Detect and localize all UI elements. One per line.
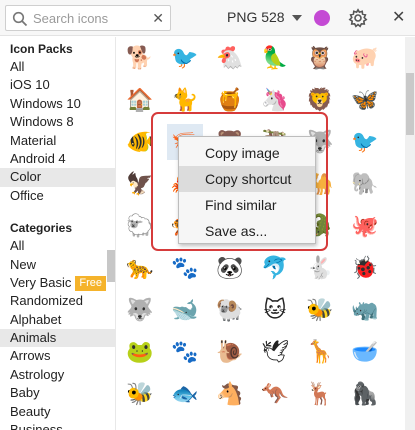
sidebar-item-material[interactable]: Material xyxy=(0,132,115,150)
sidebar-item-very-basic[interactable]: Very Basic Free xyxy=(0,274,115,292)
context-menu: Copy image Copy shortcut Find similar Sa… xyxy=(178,136,316,244)
cat-head-icon[interactable]: 🐱 xyxy=(257,292,293,328)
leopard-icon[interactable]: 🐆 xyxy=(122,250,158,286)
chevron-down-icon xyxy=(291,15,302,22)
grid-scrollbar[interactable] xyxy=(405,37,415,430)
dolphin-icon[interactable]: 🐬 xyxy=(257,250,293,286)
octopus-icon[interactable]: 🐙 xyxy=(347,208,383,244)
chicken-icon[interactable]: 🐔 xyxy=(212,40,248,76)
sidebar-item-windows10[interactable]: Windows 10 xyxy=(0,95,115,113)
sidebar-item-alphabet[interactable]: Alphabet xyxy=(0,311,115,329)
sidebar-item-office[interactable]: Office xyxy=(0,187,115,205)
sidebar-item-randomized[interactable]: Randomized xyxy=(0,292,115,310)
lion-icon[interactable]: 🦁 xyxy=(302,82,338,118)
sidebar-item-beauty[interactable]: Beauty xyxy=(0,403,115,421)
free-badge: Free xyxy=(75,275,107,291)
ladybug-icon[interactable]: 🐞 xyxy=(347,250,383,286)
categories-heading: Categories xyxy=(10,221,73,236)
toolbar: ✕ PNG 528 ✕ xyxy=(0,0,415,36)
rhino-icon[interactable]: 🦏 xyxy=(347,292,383,328)
parrot-icon[interactable]: 🦜 xyxy=(257,40,293,76)
sidebar-item-new[interactable]: New xyxy=(0,256,115,274)
sidebar-scrollbar[interactable] xyxy=(107,250,115,282)
format-label: PNG 528 xyxy=(227,9,285,25)
doghouse-icon[interactable]: 🏠 xyxy=(122,82,158,118)
sidebar-item-color[interactable]: Color xyxy=(0,168,115,187)
format-dropdown[interactable]: PNG 528 xyxy=(227,9,302,25)
owl-icon[interactable]: 🦉 xyxy=(302,40,338,76)
color-picker-swatch[interactable] xyxy=(314,10,330,26)
eagle-icon[interactable]: 🦅 xyxy=(122,166,158,202)
search-icon xyxy=(12,11,28,27)
icon-packs-heading: Icon Packs xyxy=(10,42,73,56)
unicorn-icon[interactable]: 🦄 xyxy=(257,82,293,118)
sidebar-item-business[interactable]: Business xyxy=(0,421,115,430)
sidebar-item-android4[interactable]: Android 4 xyxy=(0,150,115,168)
fish-icon[interactable]: 🐠 xyxy=(122,124,158,160)
sidebar-item-ios10[interactable]: iOS 10 xyxy=(0,76,115,94)
elephant-icon[interactable]: 🐘 xyxy=(347,166,383,202)
beehive-icon[interactable]: 🍯 xyxy=(212,82,248,118)
wasp-icon[interactable]: 🐝 xyxy=(122,376,158,412)
whale-icon[interactable]: 🐋 xyxy=(167,292,203,328)
app-window: ✕ PNG 528 ✕ Icon Packs All iOS 10 Window… xyxy=(0,0,415,430)
deer-icon[interactable]: 🦌 xyxy=(302,376,338,412)
paw-print-icon[interactable]: 🐾 xyxy=(167,250,203,286)
frog-sitting-icon[interactable]: 🐸 xyxy=(122,334,158,370)
search-input[interactable] xyxy=(33,9,148,27)
find-similar-menu-item[interactable]: Find similar xyxy=(179,192,315,218)
paw-icon[interactable]: 🐾 xyxy=(167,334,203,370)
kangaroo-jump-icon[interactable]: 🦘 xyxy=(257,376,293,412)
sidebar-item-pack-all[interactable]: All xyxy=(0,58,115,76)
sheep-head-icon[interactable]: 🐏 xyxy=(212,292,248,328)
gear-icon[interactable] xyxy=(348,8,368,28)
gorilla-icon[interactable]: 🦍 xyxy=(347,376,383,412)
sidebar-item-animals[interactable]: Animals xyxy=(0,329,115,348)
copy-shortcut-menu-item[interactable]: Copy shortcut xyxy=(179,166,315,192)
cat-icon[interactable]: 🐈 xyxy=(167,82,203,118)
giraffe-icon[interactable]: 🦒 xyxy=(302,334,338,370)
copy-image-menu-item[interactable]: Copy image xyxy=(179,140,315,166)
rabbit-icon[interactable]: 🐇 xyxy=(302,250,338,286)
close-icon[interactable]: ✕ xyxy=(392,7,405,27)
snail-icon[interactable]: 🐌 xyxy=(212,334,248,370)
sidebar-item-cat-all[interactable]: All xyxy=(0,237,115,255)
sheep-icon[interactable]: 🐑 xyxy=(122,208,158,244)
wolf-head-icon[interactable]: 🐺 xyxy=(122,292,158,328)
pet-bowl-icon[interactable]: 🥣 xyxy=(347,334,383,370)
save-as-menu-item[interactable]: Save as... xyxy=(179,218,315,244)
sidebar-item-label: Very Basic xyxy=(10,274,72,290)
grid-scrollbar-thumb[interactable] xyxy=(406,73,414,135)
clear-search-icon[interactable]: ✕ xyxy=(152,10,164,27)
search-box[interactable]: ✕ xyxy=(5,5,171,31)
fishbowl-icon[interactable]: 🐟 xyxy=(167,376,203,412)
sidebar-item-baby[interactable]: Baby xyxy=(0,384,115,402)
panda-icon[interactable]: 🐼 xyxy=(212,250,248,286)
bird-flying-icon[interactable]: 🕊 xyxy=(257,334,293,370)
bee-icon[interactable]: 🐝 xyxy=(302,292,338,328)
butterfly-icon[interactable]: 🦋 xyxy=(347,82,383,118)
sidebar-item-arrows[interactable]: Arrows xyxy=(0,347,115,365)
seahorse-icon[interactable]: 🐴 xyxy=(212,376,248,412)
sidebar-item-windows8[interactable]: Windows 8 xyxy=(0,113,115,131)
dog-icon[interactable]: 🐕 xyxy=(122,40,158,76)
sidebar: Icon Packs All iOS 10 Windows 10 Windows… xyxy=(0,37,116,430)
bird-icon[interactable]: 🐦 xyxy=(167,40,203,76)
sidebar-item-astrology[interactable]: Astrology xyxy=(0,366,115,384)
hummingbird-icon[interactable]: 🐦 xyxy=(347,124,383,160)
pig-icon[interactable]: 🐖 xyxy=(347,40,383,76)
